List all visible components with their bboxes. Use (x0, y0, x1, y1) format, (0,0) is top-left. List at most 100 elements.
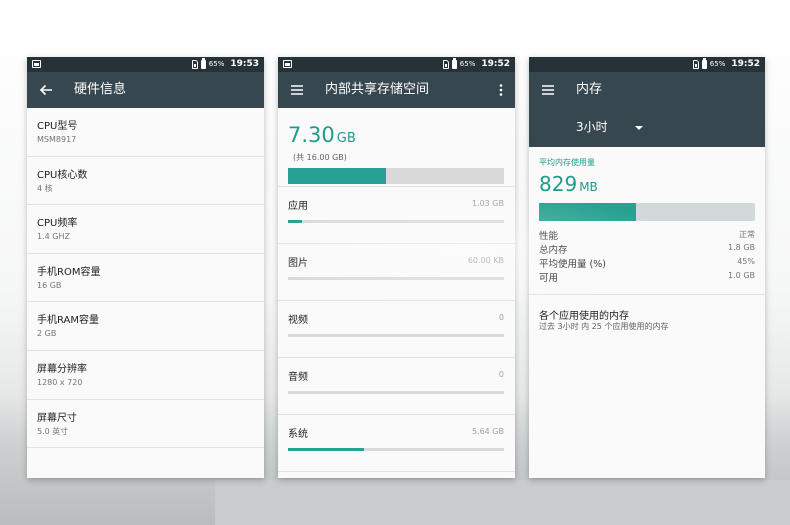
category-name: 音频 (288, 372, 308, 383)
hamburger-menu-icon[interactable] (541, 83, 555, 97)
list-item[interactable]: CPU型号 MSM8917 (27, 108, 264, 157)
category-row-audio[interactable]: 音频 0 (278, 358, 515, 415)
stat-key: 可用 (539, 273, 559, 284)
page-title: 硬件信息 (74, 82, 127, 97)
used-value: 7.30 (288, 123, 335, 147)
stat-key: 总内存 (539, 245, 568, 256)
stat-value: 1.0 GB (728, 271, 755, 280)
avg-memory-unit: MB (579, 180, 598, 194)
list-item[interactable]: 手机RAM容量 2 GB (27, 302, 264, 351)
item-label: CPU核心数 (37, 169, 88, 181)
item-value: 4 核 (37, 183, 53, 193)
memory-progress-bar (539, 203, 755, 221)
item-value: 2 GB (37, 329, 57, 339)
item-value: 1.4 GHZ (37, 232, 70, 242)
list-item[interactable]: 手机ROM容量 16 GB (27, 254, 264, 303)
battery-icon (451, 58, 457, 69)
stat-row-performance: 性能 正常 (539, 228, 755, 242)
battery-percent: 65% (208, 60, 225, 68)
item-label: 屏幕分辨率 (37, 363, 87, 375)
more-vert-icon[interactable] (498, 83, 504, 97)
memory-progress-fill (539, 203, 637, 221)
item-value: 1280 x 720 (37, 377, 83, 387)
page-title: 内部共享存储空间 (325, 82, 430, 97)
status-bar: 65% 19:53 (27, 57, 264, 72)
category-size: 60.00 KB (467, 256, 504, 265)
sim-card-icon (191, 60, 198, 69)
background-slab (215, 480, 790, 525)
category-row-video[interactable]: 视频 0 (278, 301, 515, 358)
category-size: 5.64 GB (471, 427, 504, 436)
clock: 19:53 (230, 59, 259, 69)
stat-row-total: 总内存 1.8 GB (539, 242, 755, 256)
dropdown-arrow-icon[interactable] (635, 126, 643, 130)
list-item[interactable]: 屏幕尺寸 5.0 英寸 (27, 400, 264, 449)
battery-icon (200, 58, 206, 69)
list-item[interactable]: CPU核心数 4 核 (27, 157, 264, 206)
per-app-memory-item[interactable]: 各个应用使用的内存 过去 3小时 内 25 个应用使用的内存 (529, 295, 765, 355)
hardware-list: CPU型号 MSM8917 CPU核心数 4 核 CPU频率 1.4 GHZ 手… (27, 108, 264, 449)
category-name: 应用 (288, 201, 308, 212)
period-value: 3小时 (576, 120, 608, 134)
category-bar (288, 334, 504, 337)
category-bar (288, 391, 504, 394)
toolbar: 硬件信息 (27, 72, 264, 108)
item-label: 手机ROM容量 (37, 266, 101, 278)
category-row-apps[interactable]: 应用 1.03 GB (278, 187, 515, 244)
used-unit: GB (336, 131, 356, 146)
item-value: MSM8917 (37, 135, 77, 144)
toolbar: 内存 (529, 72, 765, 108)
total-storage: (共 16.00 GB) (293, 153, 347, 162)
avg-memory: 829 MB (539, 172, 598, 199)
category-bar (288, 277, 504, 280)
toolbar: 内部共享存储空间 (278, 72, 515, 108)
image-notification-icon (32, 60, 41, 68)
storage-progress-fill (288, 168, 387, 184)
list-item[interactable]: 屏幕分辨率 1280 x 720 (27, 351, 264, 400)
phone-hardware-info: 65% 19:53 硬件信息 CPU型号 MSM8917 CPU核心数 4 核 … (27, 57, 264, 478)
category-bar-fill (288, 220, 302, 223)
sim-card-icon (442, 60, 449, 69)
clock: 19:52 (481, 59, 510, 69)
category-name: 系统 (288, 429, 308, 440)
item-value: 16 GB (37, 280, 62, 290)
clock: 19:52 (731, 59, 760, 69)
stat-value: 45% (737, 257, 755, 266)
list-item[interactable]: CPU频率 1.4 GHZ (27, 205, 264, 254)
category-name: 视频 (288, 315, 308, 326)
item-label: CPU频率 (37, 218, 78, 230)
status-bar: 65% 19:52 (278, 57, 515, 72)
storage-summary: 7.30 GB (共 16.00 GB) (278, 108, 515, 187)
category-row-system[interactable]: 系统 5.64 GB (278, 415, 515, 472)
stat-value: 1.8 GB (728, 243, 755, 252)
item-label: 手机RAM容量 (37, 315, 100, 327)
stat-key: 平均使用量 (%) (539, 259, 606, 270)
category-bar (288, 220, 504, 223)
period-selector[interactable]: 3小时 (529, 108, 765, 147)
battery-icon (701, 58, 707, 69)
battery-percent: 65% (709, 60, 726, 68)
stat-value: 正常 (739, 230, 755, 239)
item-label: 屏幕尺寸 (37, 412, 77, 424)
category-row-images[interactable]: 图片 60.00 KB (278, 244, 515, 301)
storage-progress-bar (288, 168, 504, 184)
stat-row-available: 可用 1.0 GB (539, 270, 755, 284)
item-value: 5.0 英寸 (37, 426, 69, 436)
hamburger-menu-icon[interactable] (290, 83, 304, 97)
category-size: 0 (498, 370, 504, 379)
memory-summary: 平均内存使用量 829 MB 性能 正常 总内存 1.8 GB 平均使用量 (%)… (529, 147, 765, 295)
stat-row-avg-percent: 平均使用量 (%) 45% (539, 256, 755, 270)
battery-percent: 65% (459, 60, 476, 68)
category-size: 1.03 GB (471, 199, 504, 208)
category-size: 0 (498, 313, 504, 322)
apps-subtitle: 过去 3小时 内 25 个应用使用的内存 (539, 322, 669, 331)
used-storage: 7.30 GB (288, 123, 356, 151)
category-bar (288, 448, 504, 451)
category-bar-fill (288, 448, 365, 451)
arrow-left-icon[interactable] (39, 83, 53, 97)
item-label: CPU型号 (37, 121, 78, 132)
phone-internal-storage: 65% 19:52 内部共享存储空间 7.30 GB (共 16.00 GB) 应… (278, 57, 515, 478)
avg-memory-label: 平均内存使用量 (539, 158, 595, 167)
avg-memory-value: 829 (539, 172, 578, 196)
stat-key: 性能 (539, 231, 559, 242)
